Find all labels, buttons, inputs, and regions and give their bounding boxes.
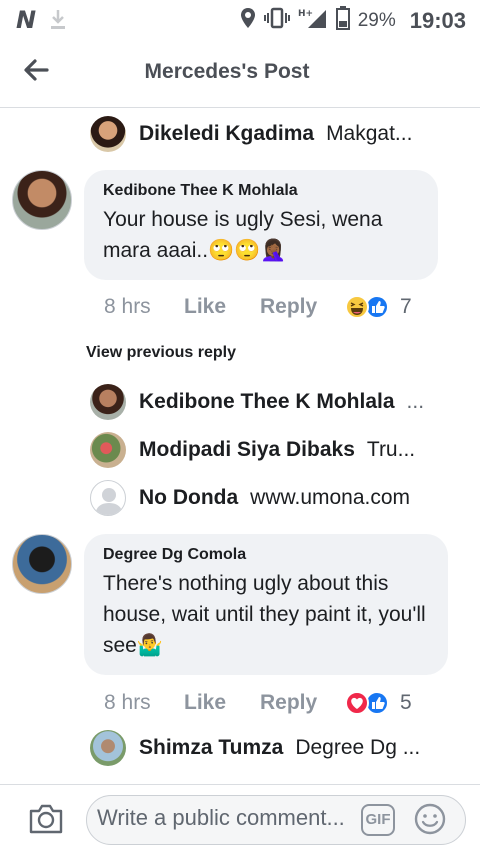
reaction-count[interactable]: 5 <box>400 691 412 715</box>
avatar[interactable] <box>90 384 126 420</box>
network-type-label: H+ <box>298 9 313 19</box>
comment-bubble[interactable]: Kedibone Thee K Mohlala Your house is ug… <box>84 170 438 280</box>
reply-preview[interactable]: Kedibone Thee K Mohlala ... <box>90 384 424 420</box>
avatar[interactable] <box>90 432 126 468</box>
comment-input[interactable]: Write a public comment... GIF <box>86 795 466 845</box>
vibrate-icon <box>263 7 290 34</box>
reply-snippet: Makgat... <box>326 122 413 145</box>
comment-time: 8 hrs <box>104 691 151 714</box>
reply-author[interactable]: Kedibone Thee K Mohlala <box>139 390 395 414</box>
carrier-logo: N <box>16 6 37 34</box>
comment-text: Your house is ugly Sesi, wena mara aaai.… <box>103 208 383 262</box>
reply-author[interactable]: No Donda <box>139 486 238 510</box>
location-icon <box>240 7 256 34</box>
comment-time: 8 hrs <box>104 295 151 318</box>
default-avatar-icon <box>95 488 123 515</box>
reply-preview[interactable]: No Donda www.umona.com <box>90 480 410 516</box>
gif-button[interactable]: GIF <box>361 804 395 836</box>
haha-like-reaction-icon <box>345 295 389 319</box>
reaction-count[interactable]: 7 <box>400 295 412 319</box>
comment-author[interactable]: Kedibone Thee K Mohlala <box>103 182 420 200</box>
page-title: Mercedes's Post <box>144 60 310 83</box>
avatar[interactable] <box>12 534 72 594</box>
reactions[interactable] <box>344 690 390 716</box>
status-bar: N H+ 29% 19:03 <box>0 0 480 38</box>
like-button[interactable]: Like <box>184 295 260 319</box>
comment-actions: 8 hrs Like Reply 7 <box>104 292 412 322</box>
battery-icon <box>335 6 350 35</box>
app-bar: Mercedes's Post <box>0 38 480 108</box>
battery-percent: 29% <box>357 9 396 31</box>
reply-button[interactable]: Reply <box>260 295 344 319</box>
reply-snippet: ... <box>406 390 425 413</box>
reply-author[interactable]: Dikeledi Kgadima <box>139 122 314 146</box>
reply-preview[interactable]: Modipadi Siya Dibaks Tru... <box>90 432 415 468</box>
like-button[interactable]: Like <box>184 691 260 715</box>
reply-preview[interactable]: Shimza Tumza Degree Dg ... <box>90 730 420 766</box>
view-previous-reply-link[interactable]: View previous reply <box>86 344 236 362</box>
reply-snippet[interactable]: www.umona.com <box>250 486 410 510</box>
comment-author[interactable]: Degree Dg Comola <box>103 546 430 564</box>
comment-bubble[interactable]: Degree Dg Comola There's nothing ugly ab… <box>84 534 448 675</box>
reply-snippet: Degree Dg ... <box>295 736 421 759</box>
signal-icon: H+ <box>298 7 328 34</box>
comment-actions: 8 hrs Like Reply 5 <box>104 688 412 718</box>
emoji-icon[interactable] <box>413 802 447 836</box>
comment-feed[interactable]: Dikeledi Kgadima Makgat... Kedibone Thee… <box>0 108 480 784</box>
camera-icon[interactable] <box>28 803 64 835</box>
reply-author[interactable]: Modipadi Siya Dibaks <box>139 438 355 462</box>
reply-author[interactable]: Shimza Tumza <box>139 736 283 760</box>
comment-input-placeholder[interactable]: Write a public comment... <box>97 805 347 831</box>
avatar[interactable] <box>90 730 126 766</box>
reactions[interactable] <box>344 294 390 320</box>
clock: 19:03 <box>409 7 466 33</box>
comment-composer: Write a public comment... GIF <box>0 784 480 854</box>
reply-preview[interactable]: Dikeledi Kgadima Makgat... <box>90 116 412 152</box>
avatar[interactable] <box>90 480 126 516</box>
download-icon <box>50 9 66 31</box>
avatar[interactable] <box>12 170 72 230</box>
reply-snippet: Tru... <box>366 438 416 461</box>
avatar[interactable] <box>90 116 126 152</box>
reply-button[interactable]: Reply <box>260 691 344 715</box>
love-like-reaction-icon <box>345 691 389 715</box>
comment-text: There's nothing ugly about this house, w… <box>103 572 426 657</box>
